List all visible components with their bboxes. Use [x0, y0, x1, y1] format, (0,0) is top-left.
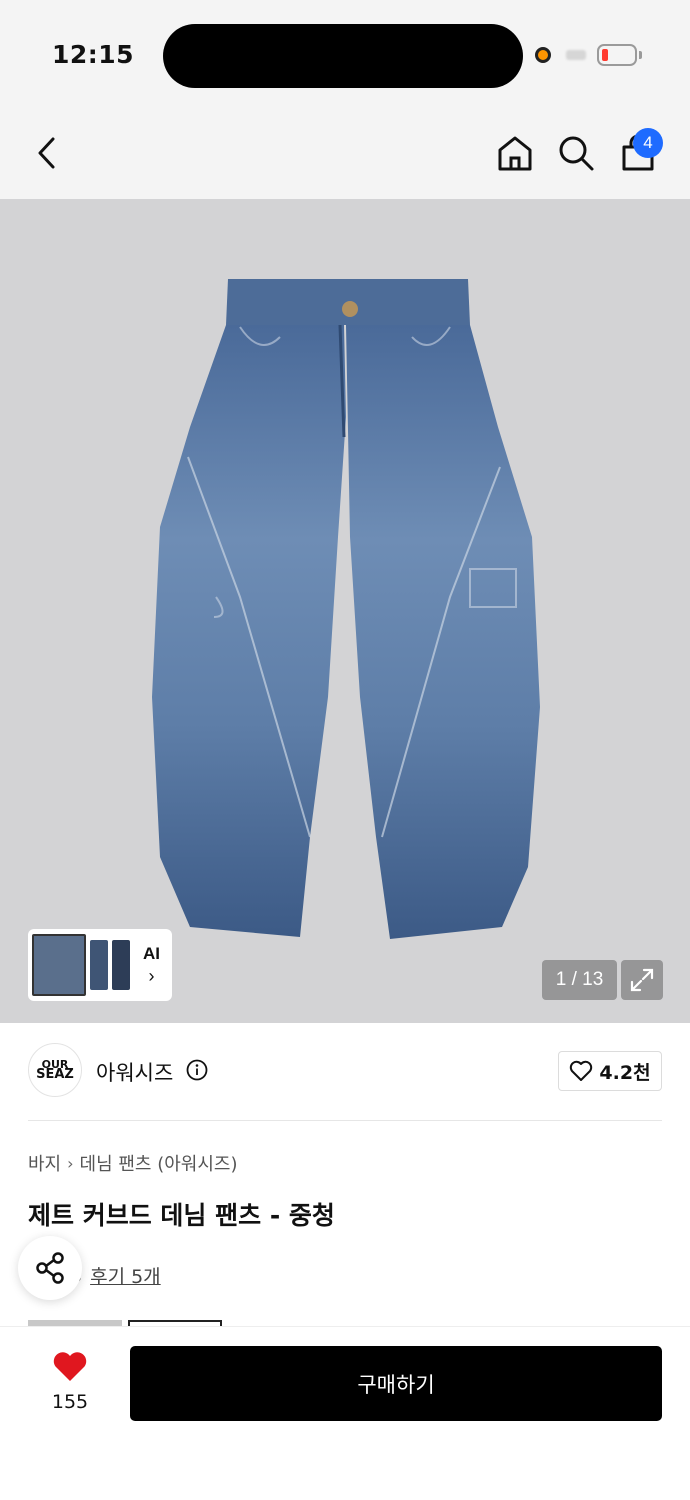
brand-like-count: 4.2천 [599, 1061, 651, 1084]
product-title: 제트 커브드 데님 팬츠 - 중청 [28, 1201, 335, 1230]
brand-like-button[interactable]: 4.2천 [558, 1051, 662, 1091]
breadcrumb-category[interactable]: 바지 [28, 1150, 61, 1176]
thumbnail-image [90, 940, 108, 990]
battery-icon [597, 44, 637, 66]
product-image-gallery[interactable]: AI › 1 / 13 [0, 199, 690, 1023]
back-icon[interactable] [26, 131, 70, 175]
heart-outline-icon [570, 1060, 593, 1081]
status-time: 12:15 [52, 40, 135, 69]
cart-count-badge: 4 [633, 128, 663, 158]
product-image [152, 279, 540, 939]
buy-button[interactable]: 구매하기 [130, 1346, 662, 1421]
share-icon [36, 1252, 64, 1284]
divider [28, 1120, 662, 1121]
chevron-right-icon: › [67, 1153, 74, 1173]
search-icon[interactable] [554, 131, 598, 175]
ai-label: AI › [143, 944, 160, 986]
favorite-button[interactable]: 155 [40, 1351, 100, 1413]
thumbnail-image [32, 934, 86, 996]
bottom-action-bar: 155 구매하기 [0, 1326, 690, 1500]
brand-name[interactable]: 아워시즈 [96, 1057, 173, 1087]
info-icon[interactable] [186, 1059, 208, 1081]
status-bar: 12:15 [0, 0, 690, 115]
review-link[interactable]: 후기 5개 [90, 1262, 161, 1289]
ai-thumbnail-button[interactable]: AI › [28, 929, 172, 1001]
breadcrumb: 바지 › 데님 팬츠 (아워시즈) [28, 1150, 238, 1176]
favorite-count: 155 [51, 1391, 89, 1413]
brand-row: OUR SEAZ 아워시즈 4.2천 [28, 1043, 662, 1099]
thumbnail-image [112, 940, 130, 990]
brand-logo[interactable]: OUR SEAZ [28, 1043, 82, 1097]
dynamic-island [163, 24, 523, 88]
top-nav-bar [0, 115, 690, 199]
image-counter: 1 / 13 [542, 960, 617, 1000]
chevron-right-icon: › [148, 966, 155, 986]
share-button[interactable] [18, 1236, 82, 1300]
expand-icon[interactable] [621, 960, 663, 1000]
signal-icon [566, 50, 586, 60]
mic-indicator-icon [535, 47, 551, 63]
battery-cap [639, 51, 642, 59]
heart-filled-icon [53, 1352, 87, 1381]
home-icon[interactable] [493, 131, 537, 175]
breadcrumb-subcategory[interactable]: 데님 팬츠 (아워시즈) [80, 1150, 238, 1176]
